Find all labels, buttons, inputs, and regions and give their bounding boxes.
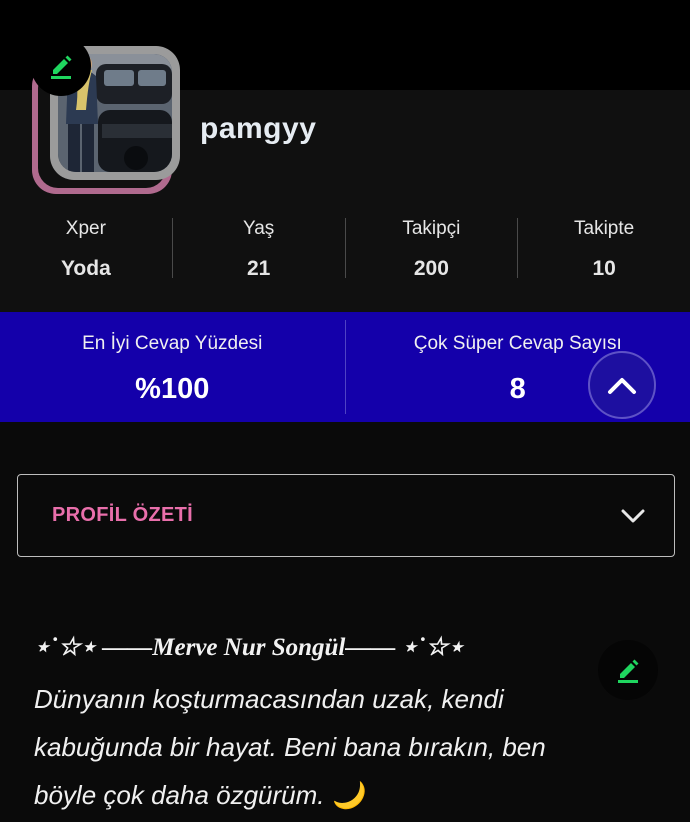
stat-xper[interactable]: Xper Yoda	[0, 210, 172, 290]
stat-value: 200	[413, 257, 449, 280]
best-answer-percentage: En İyi Cevap Yüzdesi %100	[0, 312, 345, 422]
chevron-up-icon	[608, 378, 636, 394]
highlights-band: En İyi Cevap Yüzdesi %100 Çok Süper Ceva…	[0, 312, 690, 422]
stat-value: Yoda	[60, 257, 111, 280]
stat-age: Yaş 21	[173, 210, 345, 290]
stat-value: 21	[246, 257, 271, 280]
edit-avatar-button[interactable]	[31, 36, 91, 96]
chevron-down-icon	[621, 509, 645, 522]
bio-heading: ⋆˙☆⋆ ——Merve Nur Songül—— ⋆˙☆⋆	[34, 634, 464, 661]
stat-label: Takipte	[574, 218, 635, 239]
edit-bio-button[interactable]	[598, 640, 658, 700]
accordion-title: PROFİL ÖZETİ	[52, 504, 194, 526]
highlight-label: En İyi Cevap Yüzdesi	[82, 333, 263, 354]
pencil-edit-icon	[51, 55, 72, 79]
pencil-edit-icon	[618, 659, 639, 683]
stat-value: 10	[592, 257, 616, 280]
stat-label: Yaş	[242, 218, 275, 239]
highlight-label: Çok Süper Cevap Sayısı	[413, 333, 622, 354]
bio-text: Dünyanın koşturmacasından uzak, kendi ka…	[34, 684, 546, 810]
highlight-value: %100	[135, 373, 210, 405]
stat-label: Xper	[65, 218, 106, 239]
highlight-value: 8	[509, 373, 526, 405]
profile-summary-accordion[interactable]: PROFİL ÖZETİ	[17, 474, 675, 557]
stat-label: Takipçi	[402, 218, 461, 239]
scroll-to-top-button[interactable]	[588, 351, 656, 419]
stat-following[interactable]: Takipte 10	[518, 210, 690, 290]
stat-followers[interactable]: Takipçi 200	[346, 210, 518, 290]
stats-row: Xper Yoda Yaş 21 Takipçi 200 Takipte 10	[0, 210, 690, 290]
username: pamgyy	[200, 112, 317, 145]
